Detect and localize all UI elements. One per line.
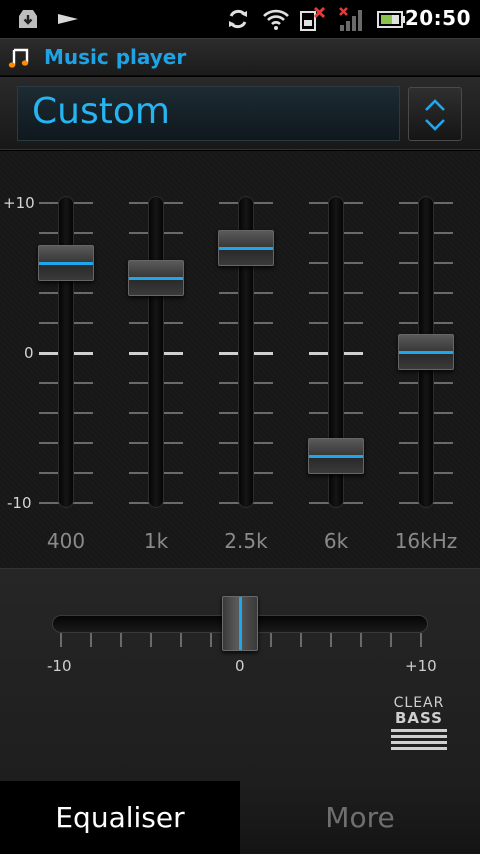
eq-scale-middle: 0 [24, 344, 34, 362]
eq-slider-handle-1k[interactable] [128, 259, 184, 296]
eq-band-label: 6k [323, 529, 349, 553]
battery-icon [377, 11, 405, 28]
status-bar: 20:50 [0, 0, 480, 38]
clear-bass-tick [150, 633, 152, 647]
signal-off-icon [339, 7, 362, 31]
eq-slider-handle-400[interactable] [38, 244, 94, 281]
preset-row: Custom [0, 77, 480, 150]
tab-more[interactable]: More [240, 781, 480, 854]
clear-bass-tick [180, 633, 182, 647]
eq-band-label: 2.5k [224, 529, 268, 553]
eq-slider-track[interactable] [58, 196, 74, 508]
clock: 20:50 [404, 6, 471, 30]
tab-equaliser[interactable]: Equaliser [0, 781, 240, 854]
eq-band-label: 400 [46, 529, 86, 553]
preset-display[interactable]: Custom [17, 86, 400, 141]
eq-slider-handle-16kHz[interactable] [398, 334, 454, 370]
clear-bass-max-label: +10 [405, 657, 437, 675]
clear-bass-tick [60, 633, 62, 647]
sync-icon [229, 9, 247, 29]
clear-bass-mid-label: 0 [235, 657, 245, 675]
clear-bass-min-label: -10 [47, 657, 72, 675]
up-down-chevron-icon [425, 99, 445, 131]
clear-bass-tick [390, 633, 392, 647]
eq-band-label: 16kHz [394, 529, 458, 553]
clear-bass-tick [420, 633, 422, 647]
clear-bass-tick [210, 633, 212, 647]
clear-bass-tick [360, 633, 362, 647]
eq-scale-bottom: -10 [7, 494, 32, 512]
sim-error-icon [300, 7, 326, 31]
eq-band-label: 1k [143, 529, 169, 553]
bottom-tabs: Equaliser More [0, 781, 480, 854]
clear-bass-tick [270, 633, 272, 647]
clear-bass-tick [300, 633, 302, 647]
clear-bass-tick [120, 633, 122, 647]
app-title: Music player [44, 45, 187, 69]
music-note-icon [8, 48, 29, 68]
clear-bass-tick [330, 633, 332, 647]
clear-bass-logo: CLEAR BASS [391, 696, 447, 750]
download-icon [19, 10, 37, 28]
wifi-icon [263, 9, 289, 30]
eq-scale-top: +10 [3, 194, 35, 212]
title-bar: Music player [0, 38, 480, 76]
preset-value: Custom [32, 91, 170, 132]
eq-slider-track[interactable] [148, 196, 164, 508]
play-icon [58, 14, 78, 24]
clear-bass-slider-handle[interactable] [222, 596, 258, 651]
clear-bass-tick [90, 633, 92, 647]
eq-slider-handle-6k[interactable] [308, 438, 364, 475]
preset-selector-button[interactable] [408, 87, 462, 141]
eq-slider-handle-2.5k[interactable] [218, 229, 274, 266]
